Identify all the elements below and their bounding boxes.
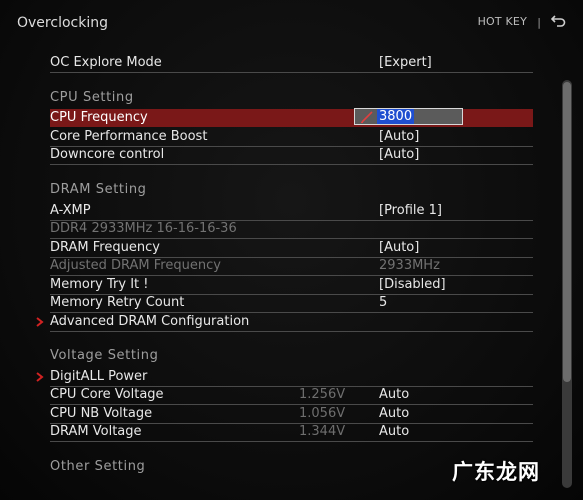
section-header-cpu: CPU Setting bbox=[50, 90, 134, 105]
setting-value: [Disabled] bbox=[379, 277, 446, 292]
setting-label: Advanced DRAM Configuration bbox=[50, 314, 250, 329]
current-voltage-readout: 1.256V bbox=[299, 387, 346, 402]
setting-row-oc-explore-mode[interactable]: OC Explore Mode [Expert] bbox=[50, 54, 533, 73]
setting-value: Auto bbox=[379, 387, 410, 402]
current-voltage-readout: 1.056V bbox=[299, 406, 346, 421]
setting-row-cpu-frequency[interactable]: CPU Frequency 3800 bbox=[50, 108, 533, 127]
setting-row-advanced-dram-configuration[interactable]: Advanced DRAM Configuration bbox=[36, 313, 533, 332]
scrollbar-thumb[interactable] bbox=[563, 82, 571, 382]
setting-row-digitall-power[interactable]: DigitALL Power bbox=[36, 368, 533, 387]
back-arrow-icon[interactable] bbox=[551, 12, 567, 28]
setting-value: [Auto] bbox=[379, 147, 420, 162]
section-header-other: Other Setting bbox=[50, 459, 146, 474]
setting-row-memory-retry-count[interactable]: Memory Retry Count 5 bbox=[50, 294, 533, 313]
setting-label: A-XMP bbox=[50, 203, 91, 218]
pencil-icon bbox=[361, 111, 373, 123]
setting-label: Downcore control bbox=[50, 147, 165, 162]
setting-row-adjusted-dram-frequency: Adjusted DRAM Frequency 2933MHz bbox=[50, 257, 533, 276]
setting-label: CPU NB Voltage bbox=[50, 406, 153, 421]
submenu-arrow-icon bbox=[36, 372, 44, 382]
setting-value: [Profile 1] bbox=[379, 203, 442, 218]
setting-row-cpu-core-voltage[interactable]: CPU Core Voltage 1.256V Auto bbox=[50, 386, 533, 405]
setting-value: 2933MHz bbox=[379, 258, 440, 273]
setting-value: Auto bbox=[379, 406, 410, 421]
setting-label: CPU Frequency bbox=[50, 110, 148, 125]
setting-label: DigitALL Power bbox=[50, 369, 148, 384]
setting-row-dram-voltage[interactable]: DRAM Voltage 1.344V Auto bbox=[50, 423, 533, 442]
section-header-dram: DRAM Setting bbox=[50, 182, 147, 197]
setting-label: CPU Core Voltage bbox=[50, 387, 164, 402]
bios-window: Overclocking HOT KEY | OC Explore Mode [… bbox=[0, 0, 583, 500]
current-voltage-readout: 1.344V bbox=[299, 424, 346, 439]
setting-label: Memory Retry Count bbox=[50, 295, 185, 310]
setting-row-a-xmp[interactable]: A-XMP [Profile 1] bbox=[50, 202, 533, 221]
section-header-voltage: Voltage Setting bbox=[50, 348, 159, 363]
setting-value: Auto bbox=[379, 424, 410, 439]
setting-value: [Expert] bbox=[379, 55, 432, 70]
setting-label: Adjusted DRAM Frequency bbox=[50, 258, 221, 273]
page-title: Overclocking bbox=[17, 15, 108, 31]
submenu-arrow-icon bbox=[36, 317, 44, 327]
setting-row-dram-frequency[interactable]: DRAM Frequency [Auto] bbox=[50, 239, 533, 258]
watermark: 广东龙网 bbox=[452, 460, 540, 484]
setting-label: DDR4 2933MHz 16-16-16-36 bbox=[50, 221, 237, 236]
setting-value: 5 bbox=[379, 295, 388, 310]
setting-row-cpu-nb-voltage[interactable]: CPU NB Voltage 1.056V Auto bbox=[50, 405, 533, 424]
setting-label: DRAM Frequency bbox=[50, 240, 160, 255]
vertical-scrollbar[interactable] bbox=[562, 80, 572, 488]
setting-label: OC Explore Mode bbox=[50, 55, 162, 70]
header-separator: | bbox=[537, 16, 541, 29]
setting-label: Memory Try It ! bbox=[50, 277, 149, 292]
setting-row-memory-try-it[interactable]: Memory Try It ! [Disabled] bbox=[50, 276, 533, 295]
setting-label: Core Performance Boost bbox=[50, 129, 208, 144]
setting-value: [Auto] bbox=[379, 129, 420, 144]
hotkey-button[interactable]: HOT KEY bbox=[478, 15, 527, 28]
setting-value: [Auto] bbox=[379, 240, 420, 255]
setting-row-core-performance-boost[interactable]: Core Performance Boost [Auto] bbox=[50, 128, 533, 147]
cpu-frequency-value: 3800 bbox=[377, 109, 415, 124]
setting-row-ddr4-profile-info: DDR4 2933MHz 16-16-16-36 bbox=[50, 220, 533, 239]
setting-row-downcore-control[interactable]: Downcore control [Auto] bbox=[50, 146, 533, 165]
setting-label: DRAM Voltage bbox=[50, 424, 142, 439]
cpu-frequency-input[interactable]: 3800 bbox=[354, 108, 463, 125]
